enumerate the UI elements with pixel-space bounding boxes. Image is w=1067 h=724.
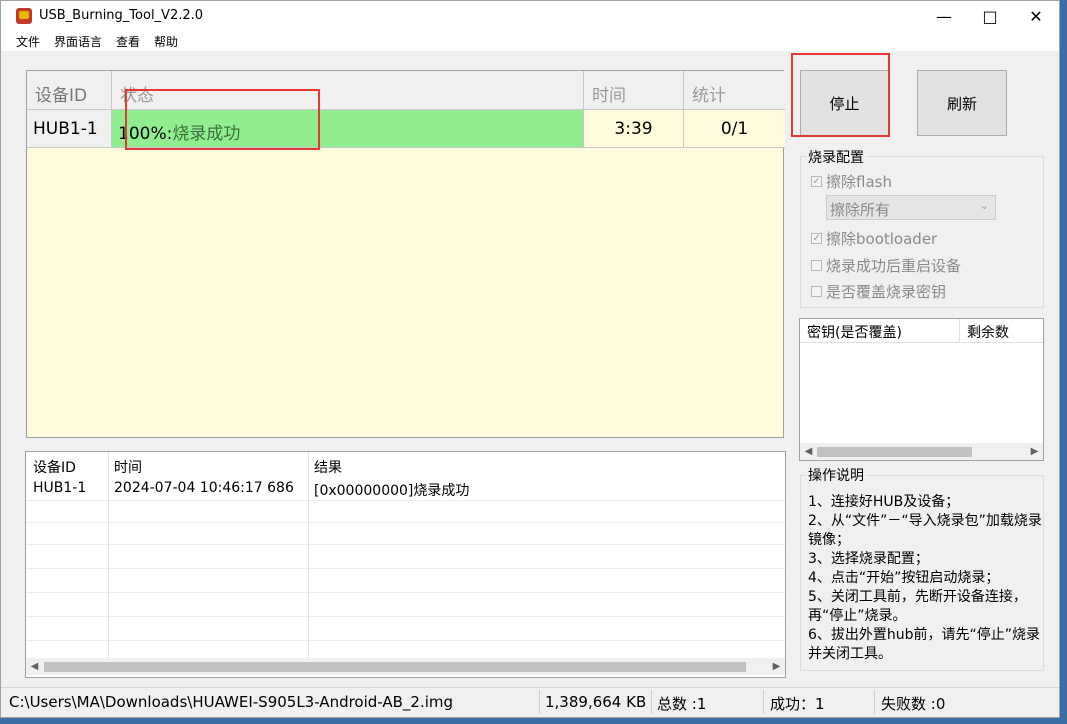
- key-table[interactable]: 密钥(是否覆盖) 剩余数 ◀ ▶: [799, 318, 1044, 461]
- key-header-key: 密钥(是否覆盖): [800, 319, 960, 343]
- close-icon[interactable]: ✕: [1013, 1, 1059, 31]
- key-table-scrollbar[interactable]: ◀ ▶: [800, 443, 1043, 460]
- status-bar: C:\Users\MA\Downloads\HUAWEI-S905L3-Andr…: [1, 687, 1059, 717]
- scroll-left-icon[interactable]: ◀: [800, 443, 817, 460]
- grid-header-device-id-text: 设备ID: [35, 86, 88, 106]
- highlight-status-box: [125, 89, 320, 150]
- status-separator: [651, 690, 652, 714]
- menu-language[interactable]: 界面语言: [54, 33, 102, 50]
- chevron-down-icon: ⌄: [979, 199, 989, 212]
- row-line: [26, 616, 785, 617]
- instruction-line: 1、连接好HUB及设备；: [808, 494, 960, 510]
- erase-mode-value: 擦除所有: [830, 201, 891, 219]
- scroll-thumb[interactable]: [817, 447, 972, 457]
- grid-cell-time[interactable]: 3:39: [584, 110, 684, 148]
- instruction-line: 4、点击“开始”按钮启动烧录；: [808, 570, 1000, 586]
- row-line: [26, 640, 785, 641]
- burn-config-title: 烧录配置: [806, 147, 866, 167]
- row-line: [26, 592, 785, 593]
- scroll-right-icon[interactable]: ▶: [1026, 443, 1043, 460]
- log-scrollbar[interactable]: ◀ ▶: [26, 658, 785, 675]
- minimize-icon[interactable]: —: [921, 1, 967, 31]
- erase-flash-checkbox[interactable]: ✓ 擦除flash: [811, 171, 892, 192]
- menu-bar: 文件 界面语言 查看 帮助: [1, 31, 1059, 51]
- log-cell-time[interactable]: 2024-07-04 10:46:17 686: [107, 480, 294, 500]
- menu-help[interactable]: 帮助: [154, 33, 178, 50]
- erase-mode-select[interactable]: 擦除所有 ⌄: [826, 195, 996, 220]
- reboot-after-checkbox[interactable]: 烧录成功后重启设备: [811, 255, 961, 276]
- overwrite-key-checkbox[interactable]: 是否覆盖烧录密钥: [811, 281, 946, 302]
- grid-header-device-id: 设备ID: [27, 71, 112, 110]
- maximize-icon[interactable]: □: [967, 1, 1013, 31]
- refresh-button[interactable]: 刷新: [917, 70, 1007, 136]
- grid-header-time: 时间: [584, 71, 684, 110]
- check-icon: ✓: [811, 233, 822, 244]
- client-area: 设备ID 状态 时间 统计 HUB1-1 100%:烧录成功 3:39 0/1 …: [1, 51, 1059, 687]
- title-bar: USB_Burning_Tool_V2.2.0 — □ ✕: [1, 1, 1059, 31]
- scroll-thumb[interactable]: [44, 662, 746, 672]
- instructions-text: 1、连接好HUB及设备； 2、从“文件”－“导入烧录包”加载烧录镜像； 3、选择…: [808, 493, 1043, 664]
- scroll-right-icon[interactable]: ▶: [768, 658, 785, 675]
- erase-bootloader-label: 擦除bootloader: [826, 230, 938, 248]
- log-header-time: 时间: [114, 460, 142, 476]
- status-path: C:\Users\MA\Downloads\HUAWEI-S905L3-Andr…: [9, 693, 454, 711]
- log-header-id: 设备ID: [33, 460, 76, 476]
- window-title: USB_Burning_Tool_V2.2.0: [39, 8, 204, 23]
- menu-file[interactable]: 文件: [16, 33, 40, 50]
- log-header-result: 结果: [314, 460, 342, 476]
- overwrite-key-label: 是否覆盖烧录密钥: [826, 283, 947, 301]
- instructions-title: 操作说明: [806, 465, 866, 485]
- status-separator: [539, 690, 540, 714]
- status-total: 总数 :1: [657, 695, 707, 713]
- app-window: USB_Burning_Tool_V2.2.0 — □ ✕ 文件 界面语言 查看…: [0, 0, 1060, 718]
- log-cell-id[interactable]: HUB1-1: [26, 480, 86, 500]
- grid-header-stat: 统计: [684, 71, 785, 110]
- erase-bootloader-checkbox[interactable]: ✓ 擦除bootloader: [811, 228, 937, 249]
- check-icon: ✓: [811, 176, 822, 187]
- status-failed: 失败数 :0: [881, 695, 946, 713]
- row-line: [26, 568, 785, 569]
- row-line: [26, 522, 785, 523]
- grid-cell-stat[interactable]: 0/1: [684, 110, 785, 148]
- log-list[interactable]: 设备ID 时间 结果 HUB1-1 2024-07-04 10:46:17 68…: [25, 451, 786, 678]
- unchecked-box-icon: [811, 286, 822, 297]
- scroll-left-icon[interactable]: ◀: [26, 658, 43, 675]
- app-icon: [16, 8, 32, 24]
- instruction-line: 3、选择烧录配置；: [808, 551, 929, 567]
- row-line: [26, 544, 785, 545]
- log-cell-result[interactable]: [0x00000000]烧录成功: [307, 480, 469, 500]
- status-separator: [874, 690, 875, 714]
- grid-cell-device-id[interactable]: HUB1-1: [27, 110, 112, 148]
- status-size: 1,389,664 KB: [545, 693, 647, 711]
- instruction-line: 5、关闭工具前，先断开设备连接，再“停止”烧录。: [808, 589, 1027, 624]
- status-separator: [763, 690, 764, 714]
- instruction-line: 6、拔出外置hub前，请先“停止”烧录并关闭工具。: [808, 627, 1041, 662]
- row-line: [26, 500, 785, 501]
- menu-view[interactable]: 查看: [116, 33, 140, 50]
- erase-flash-label: 擦除flash: [826, 173, 892, 191]
- unchecked-box-icon: [811, 260, 822, 271]
- reboot-after-label: 烧录成功后重启设备: [826, 257, 962, 275]
- status-success: 成功：1: [770, 695, 825, 713]
- key-header-remaining: 剩余数: [960, 319, 1043, 343]
- instruction-line: 2、从“文件”－“导入烧录包”加载烧录镜像；: [808, 513, 1042, 548]
- highlight-stop-box: [791, 53, 890, 137]
